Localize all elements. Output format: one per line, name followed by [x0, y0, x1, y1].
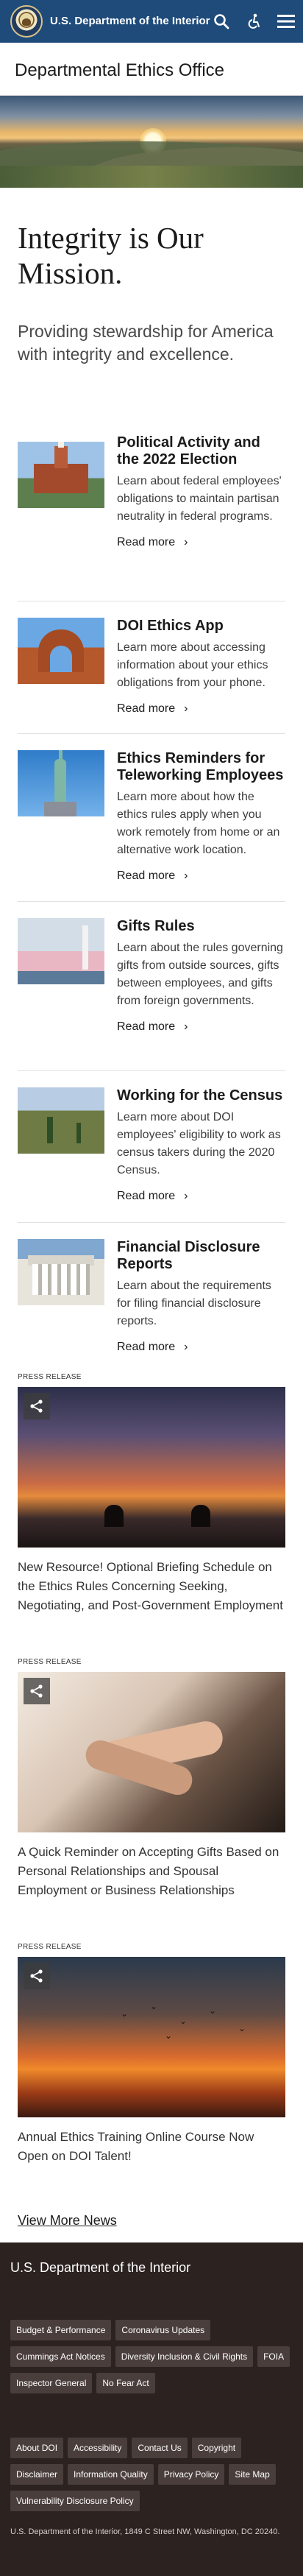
card-text: Learn about federal employees' obligatio…	[117, 475, 282, 523]
footer-link[interactable]: Inspector General	[10, 2373, 93, 2393]
doi-seal-logo[interactable]	[10, 5, 43, 38]
mission-heading: Integrity is Our Mission.	[18, 221, 204, 290]
card-title[interactable]: Gifts Rules	[117, 918, 285, 935]
menu-icon[interactable]	[277, 12, 296, 31]
footer-link[interactable]: Budget & Performance	[10, 2320, 112, 2340]
view-more-news-link[interactable]: View More News	[0, 2213, 303, 2242]
press-item: PRESS RELEASE New Resource! Optional Bri…	[0, 1373, 303, 1615]
chevron-right-icon: ›	[184, 536, 188, 548]
card-teleworking: Ethics Reminders for Teleworking Employe…	[18, 734, 285, 902]
footer-link[interactable]: Contact Us	[132, 2438, 188, 2458]
chevron-right-icon: ›	[184, 702, 188, 715]
footer-link[interactable]: Information Quality	[68, 2464, 154, 2485]
chevron-right-icon: ›	[184, 869, 188, 882]
footer-link[interactable]: Privacy Policy	[157, 2464, 225, 2485]
share-icon[interactable]	[24, 1963, 50, 1989]
read-more-label[interactable]: Read more	[117, 702, 175, 716]
chevron-right-icon: ›	[184, 1190, 188, 1202]
footer-primary-links: Budget & Performance Coronavirus Updates…	[10, 2320, 293, 2393]
intro-text: Providing stewardship for America with i…	[18, 322, 274, 364]
card-text: Learn about the requirements for filing …	[117, 1280, 271, 1327]
desert-cactus-thumbnail[interactable]	[18, 1087, 104, 1154]
read-more-link[interactable]: Read more ›	[117, 1020, 285, 1034]
footer-link[interactable]: No Fear Act	[96, 2373, 155, 2393]
footer-link[interactable]: Coronavirus Updates	[115, 2320, 211, 2340]
press-item: PRESS RELEASE ⌄ ⌄ ⌄ ⌄ ⌄ ⌄ Annual Ethics …	[0, 1943, 303, 2166]
card-text: Learn more about accessing information a…	[117, 641, 268, 689]
arch-rock-thumbnail[interactable]	[18, 618, 104, 684]
footer-link[interactable]: Accessibility	[68, 2438, 128, 2458]
federal-building-thumbnail[interactable]	[18, 1239, 104, 1305]
press-image-gift[interactable]	[18, 1672, 285, 1832]
share-icon[interactable]	[24, 1393, 50, 1419]
press-title[interactable]: A Quick Reminder on Accepting Gifts Base…	[18, 1843, 285, 1900]
press-image-birds[interactable]: ⌄ ⌄ ⌄ ⌄ ⌄ ⌄	[18, 1957, 285, 2117]
read-more-link[interactable]: Read more ›	[117, 1190, 285, 1203]
footer-link[interactable]: Cummings Act Notices	[10, 2346, 111, 2367]
share-icon[interactable]	[24, 1678, 50, 1704]
press-label: PRESS RELEASE	[18, 1373, 82, 1381]
read-more-label[interactable]: Read more	[117, 1341, 175, 1354]
card-title[interactable]: Working for the Census	[117, 1087, 285, 1104]
card-title[interactable]: Financial Disclosure Reports	[117, 1239, 285, 1273]
read-more-link[interactable]: Read more ›	[117, 702, 285, 716]
press-releases: PRESS RELEASE New Resource! Optional Bri…	[0, 1373, 303, 2166]
footer-link[interactable]: Copyright	[191, 2438, 242, 2458]
statue-of-liberty-thumbnail[interactable]	[18, 750, 104, 816]
footer-secondary-links: About DOI Accessibility Contact Us Copyr…	[10, 2438, 293, 2511]
footer-link[interactable]: Diversity Inclusion & Civil Rights	[115, 2346, 254, 2367]
footer-link[interactable]: About DOI	[10, 2438, 64, 2458]
footer-title[interactable]: U.S. Department of the Interior	[10, 2260, 293, 2276]
card-gifts-rules: Gifts Rules Learn about the rules govern…	[18, 902, 285, 1071]
card-title[interactable]: Political Activity and the 2022 Election	[117, 434, 285, 468]
press-title[interactable]: New Resource! Optional Briefing Schedule…	[18, 1558, 285, 1615]
site-footer: U.S. Department of the Interior Budget &…	[0, 2242, 303, 2576]
cherry-blossom-thumbnail[interactable]	[18, 918, 104, 984]
hero-landscape-image	[0, 96, 303, 188]
office-title[interactable]: Departmental Ethics Office	[0, 43, 303, 96]
agency-name[interactable]: U.S. Department of the Interior	[50, 15, 212, 28]
card-financial-disclosure: Financial Disclosure Reports Learn about…	[18, 1223, 285, 1363]
read-more-label[interactable]: Read more	[117, 869, 175, 883]
topic-cards: Political Activity and the 2022 Election…	[0, 434, 303, 1363]
read-more-link[interactable]: Read more ›	[117, 536, 285, 549]
card-title[interactable]: DOI Ethics App	[117, 618, 285, 635]
chevron-right-icon: ›	[184, 1341, 188, 1353]
footer-address: U.S. Department of the Interior, 1849 C …	[10, 2527, 280, 2536]
chevron-right-icon: ›	[184, 1020, 188, 1033]
read-more-label[interactable]: Read more	[117, 1190, 175, 1203]
site-header: U.S. Department of the Interior	[0, 0, 303, 43]
accessibility-icon[interactable]	[244, 12, 263, 31]
footer-link[interactable]: Vulnerability Disclosure Policy	[10, 2491, 140, 2511]
press-label: PRESS RELEASE	[18, 1943, 82, 1951]
press-item: PRESS RELEASE A Quick Reminder on Accept…	[0, 1658, 303, 1900]
search-icon[interactable]	[212, 12, 231, 31]
card-ethics-app: DOI Ethics App Learn more about accessin…	[18, 601, 285, 734]
card-text: Learn more about how the ethics rules ap…	[117, 791, 280, 856]
footer-link[interactable]: FOIA	[257, 2346, 290, 2367]
read-more-label[interactable]: Read more	[117, 536, 175, 549]
card-census: Working for the Census Learn more about …	[18, 1071, 285, 1223]
card-text: Learn more about DOI employees' eligibil…	[117, 1111, 281, 1176]
read-more-label[interactable]: Read more	[117, 1020, 175, 1034]
press-label: PRESS RELEASE	[18, 1658, 82, 1666]
press-image-sunset[interactable]	[18, 1387, 285, 1548]
footer-link[interactable]: Disclaimer	[10, 2464, 64, 2485]
footer-link[interactable]: Site Map	[229, 2464, 276, 2485]
read-more-link[interactable]: Read more ›	[117, 1341, 285, 1354]
independence-hall-thumbnail[interactable]	[18, 442, 104, 508]
card-title[interactable]: Ethics Reminders for Teleworking Employe…	[117, 750, 285, 784]
read-more-link[interactable]: Read more ›	[117, 869, 285, 883]
press-title[interactable]: Annual Ethics Training Online Course Now…	[18, 2128, 285, 2166]
card-political-activity: Political Activity and the 2022 Election…	[18, 434, 285, 601]
card-text: Learn about the rules governing gifts fr…	[117, 942, 283, 1007]
